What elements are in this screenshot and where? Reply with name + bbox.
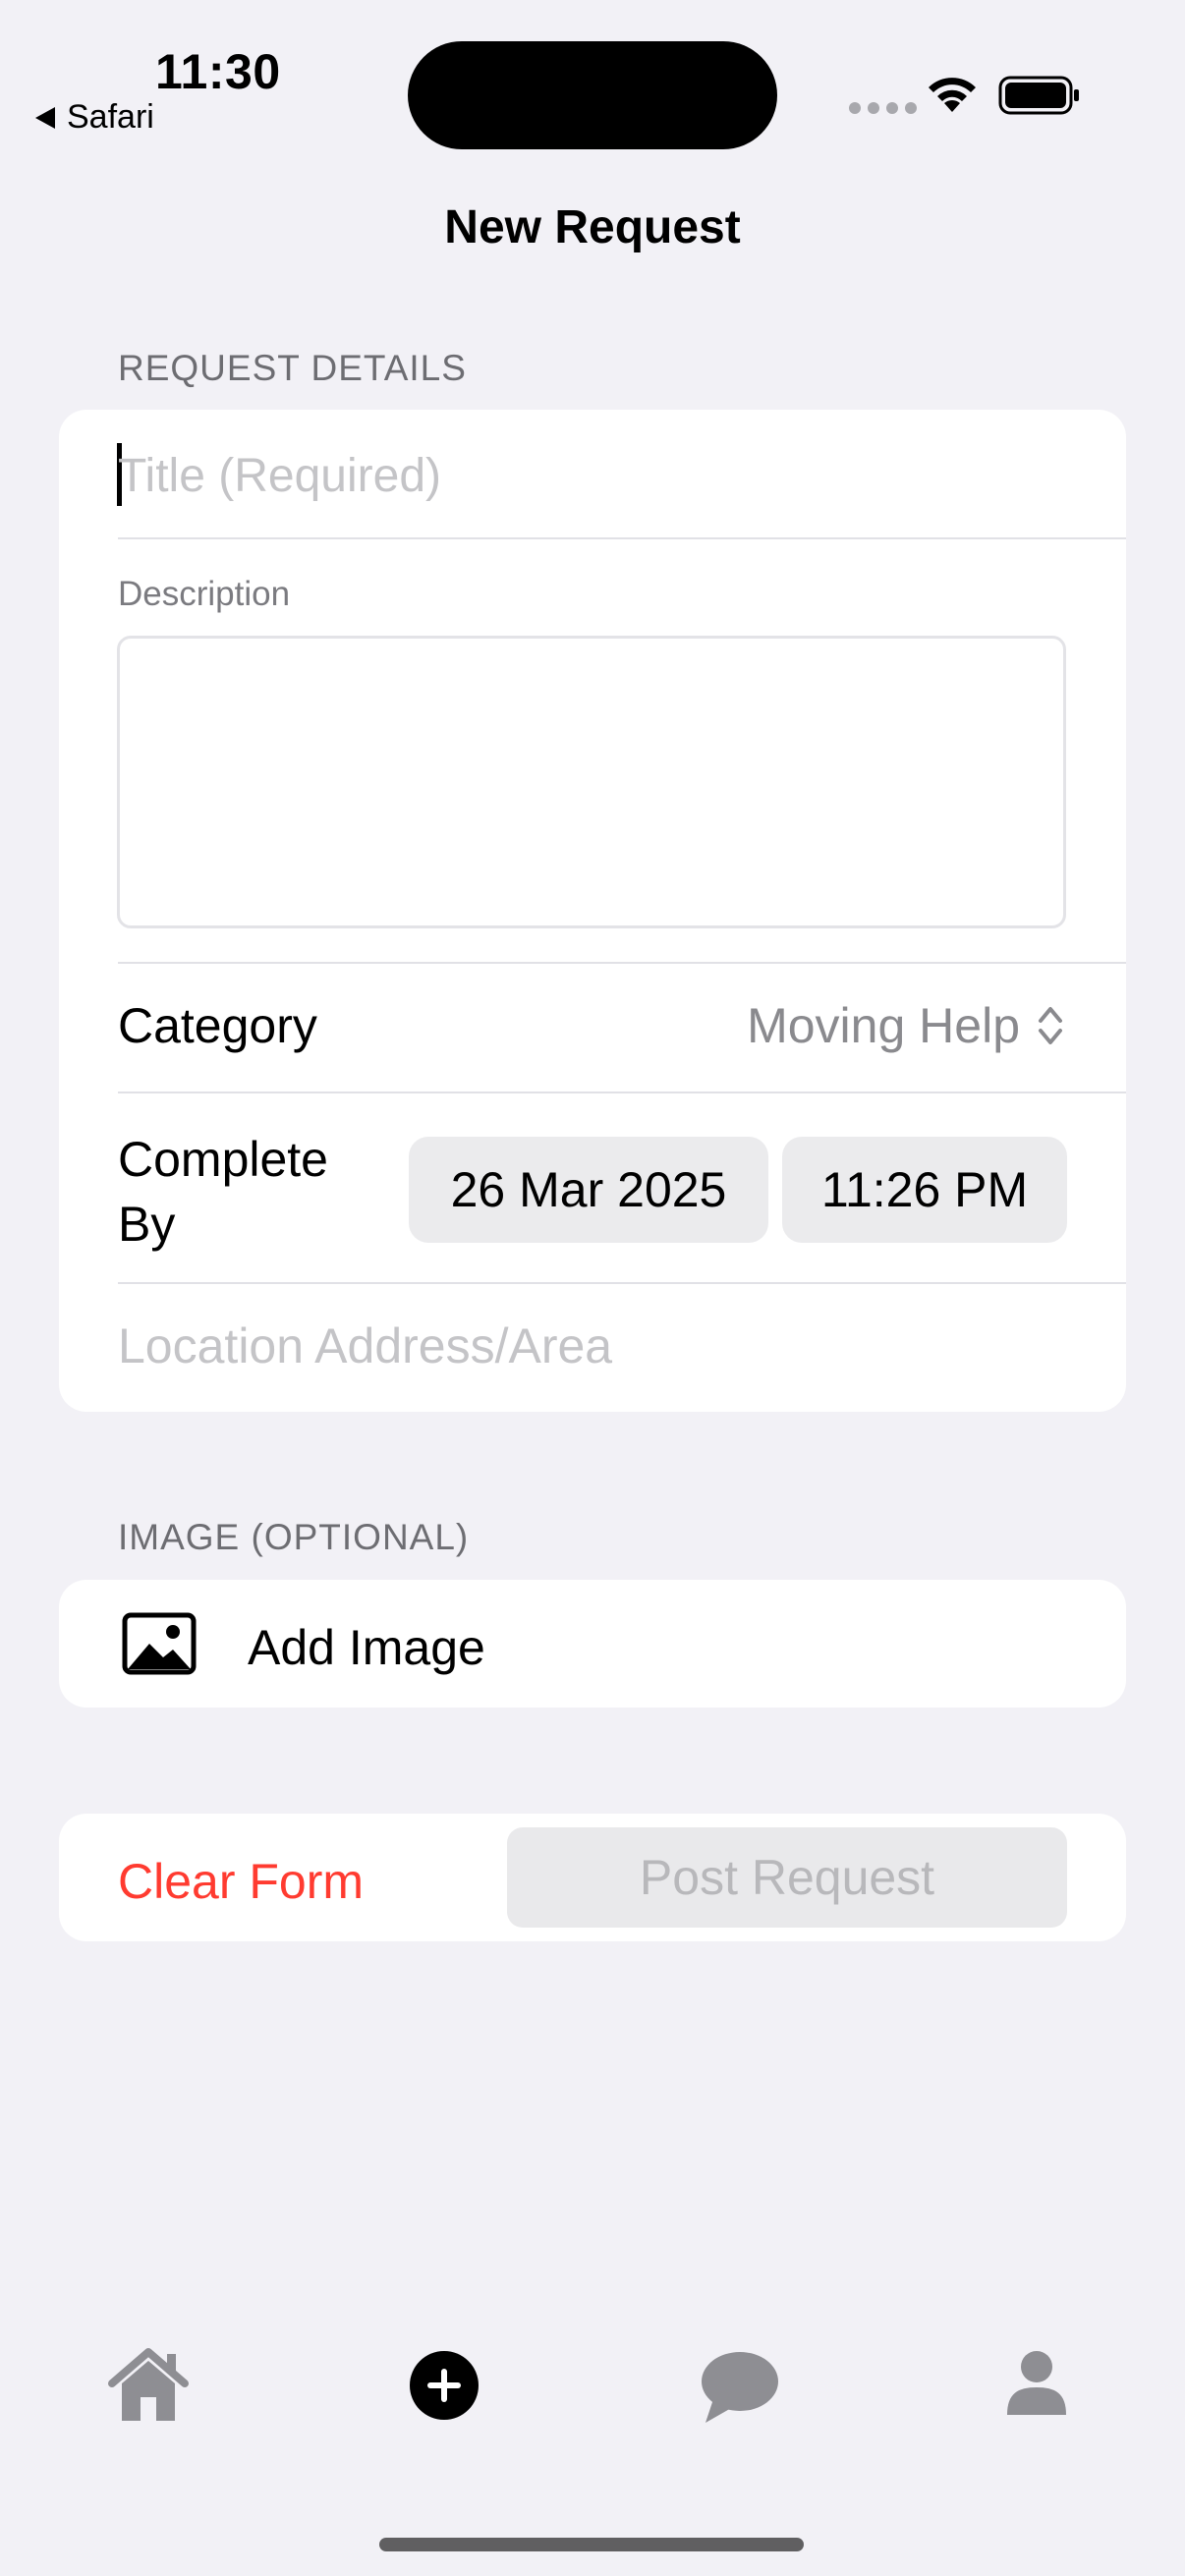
description-label: Description <box>118 575 291 613</box>
status-time: 11:30 <box>155 44 281 99</box>
add-image-button[interactable]: Add Image <box>59 1580 1126 1708</box>
post-request-label: Post Request <box>639 1850 935 1905</box>
divider <box>118 537 1126 539</box>
dynamic-island <box>408 41 777 149</box>
page-title: New Request <box>444 201 741 253</box>
description-textarea[interactable] <box>117 636 1066 928</box>
complete-by-label-line2: By <box>118 1197 176 1252</box>
back-to-safari-button[interactable]: Safari <box>35 98 154 137</box>
category-value: Moving Help <box>747 998 1020 1053</box>
date-picker-button[interactable]: 26 Mar 2025 <box>409 1137 768 1243</box>
image-section-header: IMAGE (OPTIONAL) <box>118 1517 470 1557</box>
battery-icon <box>998 76 1079 115</box>
back-app-label: Safari <box>67 98 154 136</box>
complete-by-label-line1: Complete <box>118 1132 328 1187</box>
request-details-card: Title (Required) Description Category Mo… <box>59 410 1126 1412</box>
person-icon[interactable] <box>1006 2350 1067 2417</box>
wifi-icon <box>929 78 976 112</box>
date-value: 26 Mar 2025 <box>450 1162 727 1217</box>
add-image-label: Add Image <box>248 1620 485 1675</box>
home-icon[interactable] <box>106 2348 191 2423</box>
photo-icon <box>122 1612 197 1675</box>
divider <box>118 962 1126 964</box>
location-input[interactable]: Location Address/Area <box>118 1317 612 1374</box>
complete-by-label: Complete By <box>118 1127 328 1257</box>
divider <box>118 1282 1126 1284</box>
tab-bar <box>0 2328 1185 2456</box>
time-picker-button[interactable]: 11:26 PM <box>782 1137 1067 1243</box>
category-picker[interactable]: Moving Help <box>747 997 1065 1054</box>
clear-form-button[interactable]: Clear Form <box>118 1853 364 1910</box>
divider <box>118 1092 1126 1093</box>
title-input[interactable]: Title (Required) <box>118 449 441 503</box>
back-triangle-icon <box>35 106 55 129</box>
actions-card: Clear Form Post Request <box>59 1814 1126 1941</box>
home-indicator <box>379 2538 804 2551</box>
chat-bubble-icon[interactable] <box>700 2350 780 2425</box>
post-request-button[interactable]: Post Request <box>507 1827 1067 1928</box>
request-details-header: REQUEST DETAILS <box>118 348 467 388</box>
chevron-up-down-icon <box>1039 1007 1062 1044</box>
category-label: Category <box>118 998 317 1053</box>
add-circle-icon[interactable] <box>409 2350 480 2421</box>
cellular-signal-icon <box>849 102 917 114</box>
time-value: 11:26 PM <box>820 1162 1029 1217</box>
